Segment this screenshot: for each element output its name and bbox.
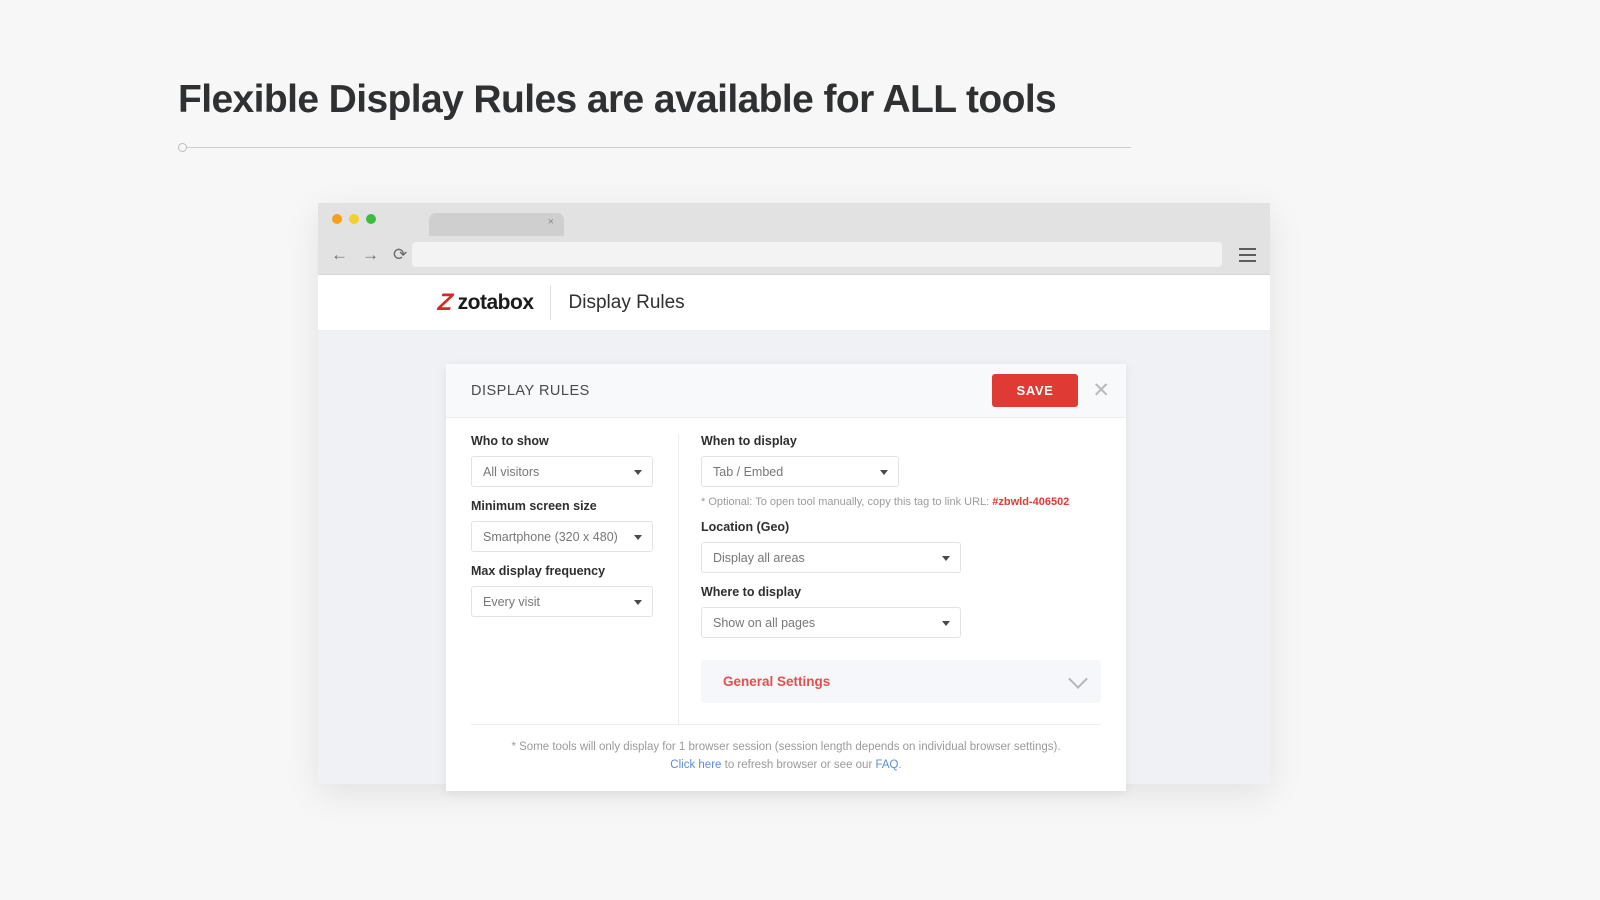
who-to-show-value: All visitors bbox=[483, 465, 539, 479]
minimize-window-button[interactable] bbox=[349, 214, 359, 224]
who-to-show-select[interactable]: All visitors bbox=[471, 456, 653, 487]
when-to-display-label: When to display bbox=[701, 434, 1101, 448]
close-icon[interactable]: ✕ bbox=[1092, 380, 1110, 401]
card-columns: Who to show All visitors Minimum screen … bbox=[446, 418, 1126, 724]
app-header: Z zotabox Display Rules bbox=[318, 275, 1270, 331]
chevron-down-icon bbox=[942, 556, 950, 561]
chevron-down-icon bbox=[942, 621, 950, 626]
max-display-frequency-select[interactable]: Every visit bbox=[471, 586, 653, 617]
menu-hamburger-icon[interactable] bbox=[1239, 248, 1256, 266]
back-arrow-icon[interactable]: ← bbox=[331, 245, 348, 265]
click-here-link[interactable]: Click here bbox=[670, 759, 721, 771]
who-to-show-label: Who to show bbox=[471, 434, 653, 448]
when-to-display-select[interactable]: Tab / Embed bbox=[701, 456, 899, 487]
window-controls bbox=[332, 214, 376, 224]
footer-note-end: . bbox=[899, 759, 902, 771]
maximize-window-button[interactable] bbox=[366, 214, 376, 224]
footer-note-mid: to refresh browser or see our bbox=[721, 759, 875, 771]
brand-name-label: zotabox bbox=[458, 291, 534, 315]
browser-tab[interactable]: × bbox=[429, 213, 564, 236]
brand-logo[interactable]: Z zotabox bbox=[318, 275, 550, 330]
general-settings-accordion[interactable]: General Settings bbox=[701, 660, 1101, 703]
location-geo-select[interactable]: Display all areas bbox=[701, 542, 961, 573]
browser-window: × ← → ⟳ Z zotabox Display Rules DISPLAY … bbox=[318, 203, 1270, 783]
save-button[interactable]: SAVE bbox=[992, 374, 1079, 407]
chevron-down-icon bbox=[880, 470, 888, 475]
chevron-down-icon bbox=[1068, 669, 1088, 689]
hamburger-bar bbox=[1239, 248, 1256, 250]
app-page-title: Display Rules bbox=[551, 292, 685, 314]
headline-divider bbox=[178, 143, 1138, 153]
embed-tag-value[interactable]: #zbwld-406502 bbox=[992, 496, 1069, 508]
headline-block: Flexible Display Rules are available for… bbox=[178, 78, 1138, 153]
general-settings-label: General Settings bbox=[723, 674, 1071, 689]
location-geo-value: Display all areas bbox=[713, 551, 805, 565]
card-title: DISPLAY RULES bbox=[471, 383, 992, 399]
footer-note-line-2: Click here to refresh browser or see our… bbox=[471, 756, 1101, 774]
chevron-down-icon bbox=[634, 470, 642, 475]
minimum-screen-size-value: Smartphone (320 x 480) bbox=[483, 530, 618, 544]
max-display-frequency-value: Every visit bbox=[483, 595, 540, 609]
app-body: DISPLAY RULES SAVE ✕ Who to show All vis… bbox=[318, 331, 1270, 784]
optional-note-text: * Optional: To open tool manually, copy … bbox=[701, 496, 992, 508]
minimum-screen-size-select[interactable]: Smartphone (320 x 480) bbox=[471, 521, 653, 552]
chevron-down-icon bbox=[634, 535, 642, 540]
location-geo-label: Location (Geo) bbox=[701, 520, 1101, 534]
page-title: Flexible Display Rules are available for… bbox=[178, 78, 1138, 123]
divider-dot bbox=[178, 143, 187, 152]
faq-link[interactable]: FAQ bbox=[875, 759, 898, 771]
divider-line bbox=[183, 147, 1131, 148]
minimum-screen-size-label: Minimum screen size bbox=[471, 499, 653, 513]
card-header: DISPLAY RULES SAVE ✕ bbox=[446, 364, 1126, 418]
max-display-frequency-label: Max display frequency bbox=[471, 564, 653, 578]
where-to-display-value: Show on all pages bbox=[713, 616, 815, 630]
browser-navbar: ← → ⟳ bbox=[318, 236, 1270, 275]
where-to-display-label: Where to display bbox=[701, 585, 1101, 599]
address-bar[interactable] bbox=[412, 242, 1222, 267]
card-footer: * Some tools will only display for 1 bro… bbox=[471, 724, 1101, 791]
nav-button-group: ← → ⟳ bbox=[331, 245, 407, 265]
zotabox-logo-icon: Z bbox=[437, 291, 454, 315]
reload-icon[interactable]: ⟳ bbox=[393, 245, 407, 265]
where-to-display-select[interactable]: Show on all pages bbox=[701, 607, 961, 638]
chevron-down-icon bbox=[634, 600, 642, 605]
left-column: Who to show All visitors Minimum screen … bbox=[446, 434, 679, 724]
browser-titlebar: × bbox=[318, 203, 1270, 236]
footer-note-line-1: * Some tools will only display for 1 bro… bbox=[471, 738, 1101, 756]
tab-close-icon[interactable]: × bbox=[548, 217, 554, 228]
optional-tag-note: * Optional: To open tool manually, copy … bbox=[701, 496, 1101, 508]
close-window-button[interactable] bbox=[332, 214, 342, 224]
forward-arrow-icon[interactable]: → bbox=[362, 245, 379, 265]
hamburger-bar bbox=[1239, 260, 1256, 262]
right-column: When to display Tab / Embed * Optional: … bbox=[679, 434, 1126, 724]
when-to-display-value: Tab / Embed bbox=[713, 465, 783, 479]
hamburger-bar bbox=[1239, 254, 1256, 256]
display-rules-card: DISPLAY RULES SAVE ✕ Who to show All vis… bbox=[446, 364, 1126, 791]
